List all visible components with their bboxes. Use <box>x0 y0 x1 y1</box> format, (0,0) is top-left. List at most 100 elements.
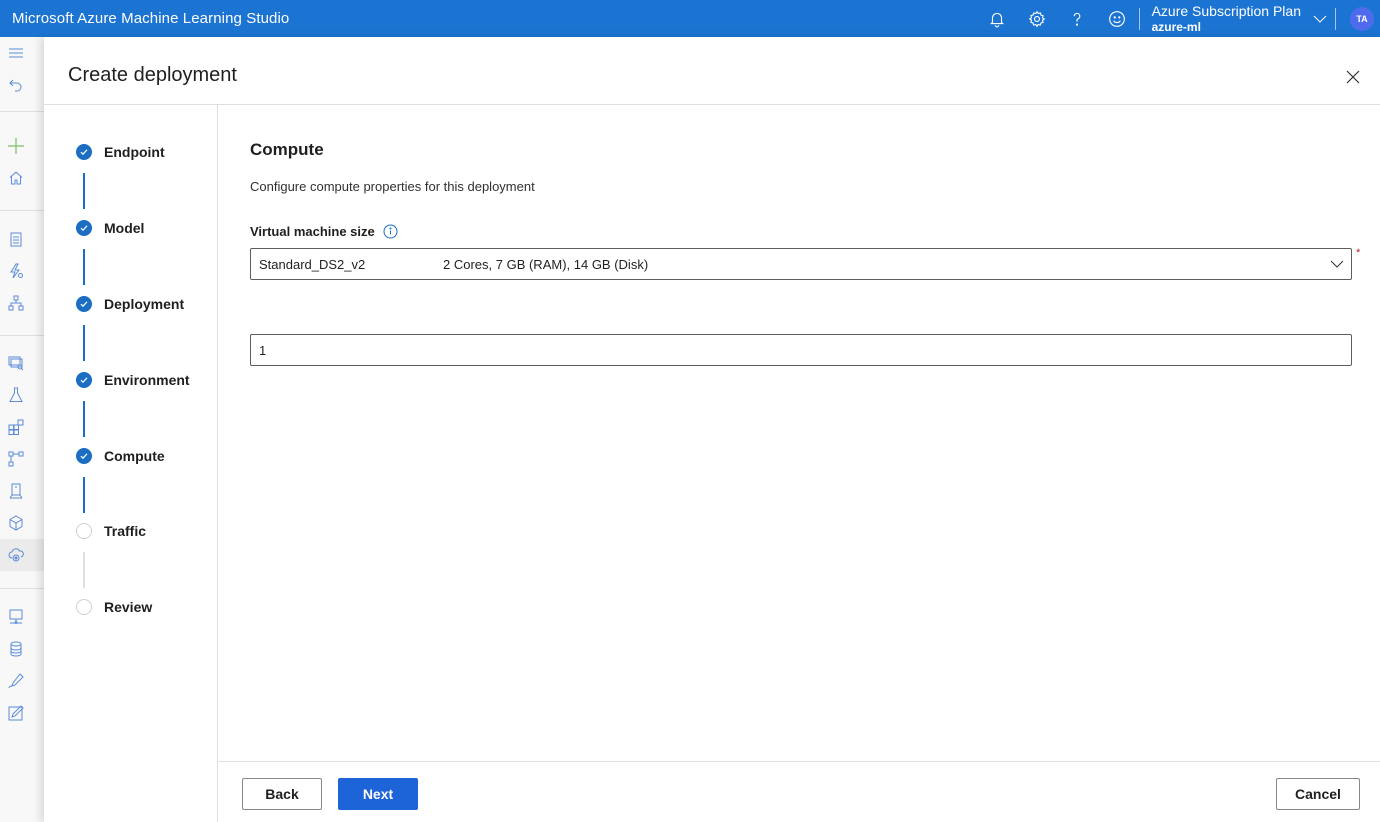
step-label: Review <box>104 599 153 615</box>
nav-linked-services[interactable] <box>0 697 44 729</box>
required-indicator: * <box>1356 247 1361 259</box>
check-icon <box>76 220 92 236</box>
endpoints-icon <box>8 548 24 562</box>
top-bar: Microsoft Azure Machine Learning Studio … <box>0 0 1380 37</box>
hamburger-menu-icon <box>9 48 23 58</box>
left-navigation <box>0 37 44 822</box>
nav-components[interactable] <box>0 443 44 475</box>
workspace-name: azure-ml <box>1151 19 1201 34</box>
environments-icon <box>9 483 23 499</box>
divider <box>0 210 44 211</box>
vm-size-dropdown[interactable]: Standard_DS2_v2 2 Cores, 7 GB (RAM), 14 … <box>250 248 1352 280</box>
step-review[interactable]: Review <box>76 597 152 617</box>
check-icon <box>76 296 92 312</box>
vm-size-label: Virtual machine size <box>250 224 398 239</box>
feedback-smiley-icon <box>1108 10 1125 27</box>
wizard-stepper: Endpoint Model Deployment Environment Co… <box>44 105 218 822</box>
vm-size-spec: 2 Cores, 7 GB (RAM), 14 GB (Disk) <box>443 256 649 272</box>
feedback-button[interactable] <box>1097 0 1137 37</box>
datastores-icon <box>10 641 22 657</box>
automl-icon <box>10 263 23 279</box>
check-icon <box>76 144 92 160</box>
step-label: Environment <box>104 372 190 388</box>
step-connector <box>83 477 85 513</box>
subscription-selector[interactable]: Azure Subscription Plan azure-ml <box>1144 3 1307 35</box>
nav-home[interactable] <box>0 162 44 194</box>
step-label: Deployment <box>104 296 185 312</box>
avatar[interactable]: TA <box>1350 6 1374 31</box>
nav-pipelines[interactable] <box>0 411 44 443</box>
panel-title: Create deployment <box>68 64 237 86</box>
nav-compute[interactable] <box>0 601 44 633</box>
step-traffic[interactable]: Traffic <box>76 521 146 541</box>
nav-menu-toggle[interactable] <box>0 37 44 69</box>
vm-size-label-text: Virtual machine size <box>250 224 375 239</box>
notifications-button[interactable] <box>977 0 1017 37</box>
step-environment[interactable]: Environment <box>76 370 190 390</box>
empty-circle-icon <box>76 599 92 615</box>
nav-models[interactable] <box>0 507 44 539</box>
nav-datastores[interactable] <box>0 633 44 665</box>
step-connector <box>83 249 85 285</box>
step-connector <box>83 401 85 437</box>
check-icon <box>76 372 92 388</box>
components-icon <box>8 451 24 467</box>
panel-header: Create deployment <box>44 37 1380 105</box>
bell-icon <box>989 12 1004 27</box>
plus-icon <box>8 138 24 154</box>
nav-data-labeling[interactable] <box>0 665 44 697</box>
gear-icon <box>1028 10 1045 27</box>
step-connector <box>83 325 85 361</box>
empty-circle-icon <box>76 523 92 539</box>
chevron-down-icon <box>1313 15 1327 23</box>
step-endpoint[interactable]: Endpoint <box>76 142 165 162</box>
step-connector <box>83 552 85 588</box>
create-deployment-panel: Create deployment Endpoint Model Deploym… <box>44 37 1380 822</box>
nav-environments[interactable] <box>0 475 44 507</box>
step-label: Endpoint <box>104 144 165 160</box>
compute-icon <box>9 609 23 624</box>
subscription-plan: Azure Subscription Plan <box>1151 2 1301 19</box>
app-title[interactable]: Microsoft Azure Machine Learning Studio <box>12 10 289 27</box>
nav-experiments[interactable] <box>0 379 44 411</box>
help-button[interactable] <box>1057 0 1097 37</box>
cancel-button[interactable]: Cancel <box>1276 778 1360 810</box>
subscription-dropdown-button[interactable] <box>1307 0 1333 37</box>
nav-automated-ml[interactable] <box>0 255 44 287</box>
settings-button[interactable] <box>1017 0 1057 37</box>
nav-back[interactable] <box>0 69 44 101</box>
step-deployment[interactable]: Deployment <box>76 294 184 314</box>
section-title: Compute <box>250 140 324 159</box>
step-label: Compute <box>104 448 165 464</box>
data-labeling-icon <box>8 673 24 689</box>
close-button[interactable] <box>1342 66 1364 88</box>
vm-size-name: Standard_DS2_v2 <box>259 256 366 272</box>
step-compute[interactable]: Compute <box>76 446 165 466</box>
info-icon[interactable] <box>383 224 398 239</box>
nav-endpoints[interactable] <box>0 539 44 571</box>
instance-count-input[interactable] <box>250 334 1352 366</box>
divider <box>0 335 44 336</box>
step-model[interactable]: Model <box>76 218 144 238</box>
close-icon <box>1346 70 1360 84</box>
designer-icon <box>8 295 24 311</box>
nav-notebooks[interactable] <box>0 223 44 255</box>
step-label: Model <box>104 220 145 236</box>
check-icon <box>76 448 92 464</box>
datasets-icon <box>8 356 24 371</box>
divider <box>0 588 44 589</box>
next-button[interactable]: Next <box>338 778 418 810</box>
models-icon <box>9 515 23 531</box>
nav-designer[interactable] <box>0 287 44 319</box>
section-description: Configure compute properties for this de… <box>250 179 535 194</box>
back-button[interactable]: Back <box>242 778 322 810</box>
step-connector <box>83 173 85 209</box>
notebook-icon <box>10 232 22 247</box>
nav-create-new[interactable] <box>0 130 44 162</box>
help-icon <box>1073 12 1080 26</box>
nav-datasets[interactable] <box>0 347 44 379</box>
top-bar-actions: Azure Subscription Plan azure-ml TA <box>977 0 1380 37</box>
linked-services-icon <box>8 705 24 721</box>
step-label: Traffic <box>104 523 147 539</box>
wizard-footer: Back Next Cancel <box>218 761 1380 822</box>
